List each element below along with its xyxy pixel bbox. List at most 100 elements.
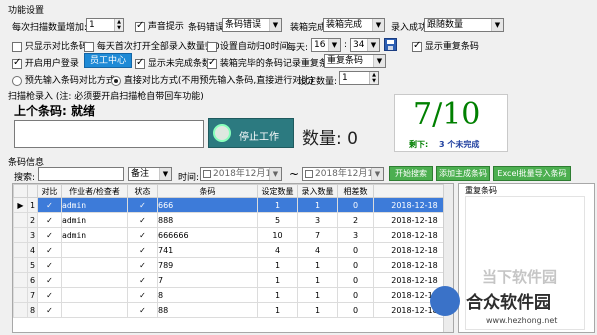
header-status[interactable]: 状态: [127, 184, 158, 198]
cell-diff[interactable]: 0: [337, 257, 374, 273]
header-set-qty[interactable]: 设定数量: [257, 184, 298, 198]
header-operator[interactable]: 作业者/检查者: [61, 184, 128, 198]
dup-select[interactable]: 重复条码 ▼: [324, 54, 386, 68]
barcode-error-select[interactable]: 条码错误 ▼: [222, 18, 282, 32]
search-input[interactable]: [38, 167, 124, 181]
staff-center-button[interactable]: 员工中心: [84, 53, 132, 68]
cell-operator[interactable]: admin: [61, 227, 128, 243]
scan-increment-input[interactable]: 1 ▲ ▼: [86, 18, 124, 32]
header-compare[interactable]: 对比: [37, 184, 62, 198]
table-row[interactable]: 5 ✓ ✓ 789 1 1 0 2018-12-18: [13, 257, 453, 273]
spinner-icon[interactable]: ▲ ▼: [114, 19, 123, 31]
cell-time[interactable]: 2018-12-18: [373, 242, 453, 258]
save-icon[interactable]: [384, 38, 397, 51]
entry-success-select[interactable]: 跟随数量 ▼: [424, 18, 504, 32]
cell-diff[interactable]: 3: [337, 227, 374, 243]
cell-operator[interactable]: [61, 242, 128, 258]
cell-set-qty[interactable]: 1: [257, 302, 298, 318]
cell-diff[interactable]: 0: [337, 197, 374, 213]
cell-compare[interactable]: ✓: [37, 257, 62, 273]
cell-set-qty[interactable]: 10: [257, 227, 298, 243]
box-full-select[interactable]: 装箱完成 ▼: [323, 18, 385, 32]
header-diff[interactable]: 相差数: [337, 184, 374, 198]
cell-status[interactable]: ✓: [127, 287, 158, 303]
cell-entered-qty[interactable]: 7: [297, 227, 338, 243]
cell-entered-qty[interactable]: 1: [297, 287, 338, 303]
cell-set-qty[interactable]: 1: [257, 257, 298, 273]
cell-entered-qty[interactable]: 4: [297, 242, 338, 258]
cell-set-qty[interactable]: 4: [257, 242, 298, 258]
table-row[interactable]: 7 ✓ ✓ 8 1 1 0 2018-12-18: [13, 287, 453, 303]
cell-barcode[interactable]: 666666: [157, 227, 258, 243]
cell-compare[interactable]: ✓: [37, 272, 62, 288]
field-select[interactable]: 备注 ▼: [128, 167, 172, 181]
cell-compare[interactable]: ✓: [37, 242, 62, 258]
row-number[interactable]: 3: [27, 227, 38, 243]
header-time[interactable]: 时: [373, 184, 453, 198]
daily-reset-checkbox[interactable]: 每天首次打开全部录入数量归0: [84, 39, 220, 52]
spinner-icon[interactable]: ▲ ▼: [369, 72, 378, 84]
table-row[interactable]: ▶ 1 ✓ admin ✓ 666 1 1 0 2018-12-18: [13, 197, 453, 213]
table-row[interactable]: 6 ✓ ✓ 7 1 1 0 2018-12-18: [13, 272, 453, 288]
show-unfinished-checkbox[interactable]: 显示未完成条数: [135, 56, 211, 69]
cell-status[interactable]: ✓: [127, 212, 158, 228]
cell-entered-qty[interactable]: 1: [297, 257, 338, 273]
sound-checkbox[interactable]: 声音提示: [135, 19, 184, 32]
cell-compare[interactable]: ✓: [37, 197, 62, 213]
excel-import-button[interactable]: Excel批量导入条码: [493, 166, 571, 181]
cell-compare[interactable]: ✓: [37, 302, 62, 318]
table-row[interactable]: 4 ✓ ✓ 741 4 4 0 2018-12-18: [13, 242, 453, 258]
cell-diff[interactable]: 0: [337, 242, 374, 258]
row-indicator[interactable]: [13, 272, 28, 288]
cell-status[interactable]: ✓: [127, 242, 158, 258]
cell-entered-qty[interactable]: 1: [297, 197, 338, 213]
cell-compare[interactable]: ✓: [37, 287, 62, 303]
cell-diff[interactable]: 2: [337, 212, 374, 228]
cell-entered-qty[interactable]: 1: [297, 272, 338, 288]
preset-radio[interactable]: 预先输入条码对比方式: [12, 73, 115, 86]
row-number[interactable]: 2: [27, 212, 38, 228]
add-barcode-button[interactable]: 添加主成条码: [436, 166, 490, 181]
cell-operator[interactable]: [61, 257, 128, 273]
row-number[interactable]: 6: [27, 272, 38, 288]
cell-status[interactable]: ✓: [127, 257, 158, 273]
cell-diff[interactable]: 0: [337, 302, 374, 318]
cell-set-qty[interactable]: 1: [257, 197, 298, 213]
row-number[interactable]: 8: [27, 302, 38, 318]
cell-time[interactable]: 2018-12-18: [373, 257, 453, 273]
row-indicator[interactable]: [13, 242, 28, 258]
cell-barcode[interactable]: 7: [157, 272, 258, 288]
cell-set-qty[interactable]: 5: [257, 212, 298, 228]
auto-reset-checkbox[interactable]: 设置自动归0时间: [207, 39, 289, 52]
show-dup-checkbox[interactable]: 显示重复条码: [412, 39, 479, 52]
cell-operator[interactable]: [61, 287, 128, 303]
cell-barcode[interactable]: 88: [157, 302, 258, 318]
row-indicator[interactable]: [13, 287, 28, 303]
cell-barcode[interactable]: 8: [157, 287, 258, 303]
stop-work-button[interactable]: 停止工作: [208, 118, 294, 148]
row-number[interactable]: 7: [27, 287, 38, 303]
row-number[interactable]: 4: [27, 242, 38, 258]
cell-status[interactable]: ✓: [127, 227, 158, 243]
barcode-table[interactable]: 对比 作业者/检查者 状态 条码 设定数量 录入数量 相差数 时 ▶1✓admi…: [12, 183, 454, 333]
cell-status[interactable]: ✓: [127, 272, 158, 288]
search-button[interactable]: 开始搜索: [389, 166, 433, 181]
cell-set-qty[interactable]: 1: [257, 272, 298, 288]
cell-entered-qty[interactable]: 3: [297, 212, 338, 228]
cell-compare[interactable]: ✓: [37, 227, 62, 243]
user-login-checkbox[interactable]: 开启用户登录: [12, 56, 79, 69]
cell-operator[interactable]: [61, 272, 128, 288]
cell-diff[interactable]: 0: [337, 272, 374, 288]
cell-status[interactable]: ✓: [127, 197, 158, 213]
direct-radio[interactable]: 直接对比方式(不用预先输入条码,直接进行对比): [111, 73, 314, 86]
table-row[interactable]: 2 ✓ admin ✓ 888 5 3 2 2018-12-18: [13, 212, 453, 228]
cell-time[interactable]: 2018-12-18: [373, 227, 453, 243]
row-indicator[interactable]: [13, 227, 28, 243]
cell-operator[interactable]: admin: [61, 197, 128, 213]
cell-barcode[interactable]: 666: [157, 197, 258, 213]
row-number[interactable]: 1: [27, 197, 38, 213]
cell-operator[interactable]: admin: [61, 212, 128, 228]
row-indicator[interactable]: [13, 257, 28, 273]
hour-select[interactable]: 16 ▼: [311, 38, 341, 52]
minute-select[interactable]: 34 ▼: [350, 38, 380, 52]
